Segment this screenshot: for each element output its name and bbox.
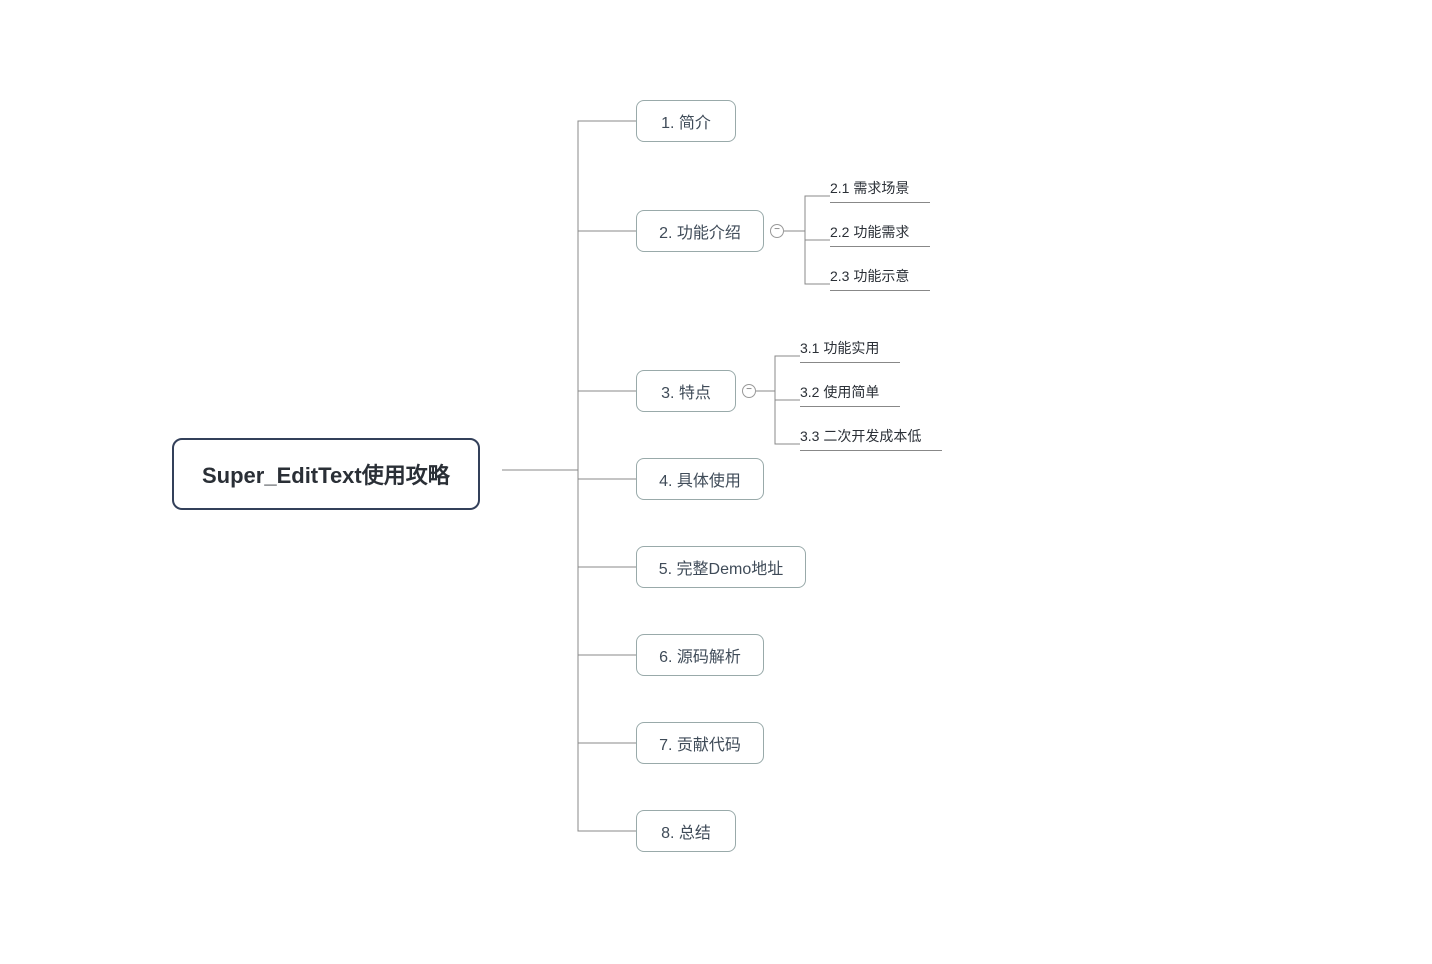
node-label: 8. 总结	[661, 819, 711, 843]
root-label: Super_EditText使用攻略	[202, 458, 450, 490]
root-node[interactable]: Super_EditText使用攻略	[172, 438, 480, 510]
node-label: 5. 完整Demo地址	[659, 555, 783, 579]
leaf-label: 2.3 功能示意	[830, 268, 909, 284]
node-label: 1. 简介	[661, 109, 711, 133]
node-characteristics[interactable]: 3. 特点	[636, 370, 736, 412]
leaf-label: 2.1 需求场景	[830, 180, 909, 196]
node-source-analysis[interactable]: 6. 源码解析	[636, 634, 764, 676]
collapse-toggle-features[interactable]	[770, 224, 784, 238]
leaf-label: 3.3 二次开发成本低	[800, 428, 921, 444]
leaf-requirement-scenario[interactable]: 2.1 需求场景	[830, 178, 930, 203]
node-features[interactable]: 2. 功能介绍	[636, 210, 764, 252]
leaf-label: 2.2 功能需求	[830, 224, 909, 240]
leaf-function-demo[interactable]: 2.3 功能示意	[830, 266, 930, 291]
mindmap-canvas[interactable]: Super_EditText使用攻略 1. 简介 2. 功能介绍 3. 特点 4…	[0, 0, 1432, 964]
node-summary[interactable]: 8. 总结	[636, 810, 736, 852]
leaf-low-dev-cost[interactable]: 3.3 二次开发成本低	[800, 426, 942, 451]
node-label: 2. 功能介绍	[659, 219, 741, 243]
node-label: 3. 特点	[661, 379, 711, 403]
collapse-toggle-characteristics[interactable]	[742, 384, 756, 398]
node-usage[interactable]: 4. 具体使用	[636, 458, 764, 500]
leaf-functional-requirement[interactable]: 2.2 功能需求	[830, 222, 930, 247]
node-label: 4. 具体使用	[659, 467, 741, 491]
leaf-easy-to-use[interactable]: 3.2 使用简单	[800, 382, 900, 407]
node-demo-address[interactable]: 5. 完整Demo地址	[636, 546, 806, 588]
node-intro[interactable]: 1. 简介	[636, 100, 736, 142]
leaf-label: 3.1 功能实用	[800, 340, 879, 356]
node-contribute-code[interactable]: 7. 贡献代码	[636, 722, 764, 764]
leaf-practical-function[interactable]: 3.1 功能实用	[800, 338, 900, 363]
node-label: 6. 源码解析	[659, 643, 741, 667]
leaf-label: 3.2 使用简单	[800, 384, 879, 400]
node-label: 7. 贡献代码	[659, 731, 741, 755]
